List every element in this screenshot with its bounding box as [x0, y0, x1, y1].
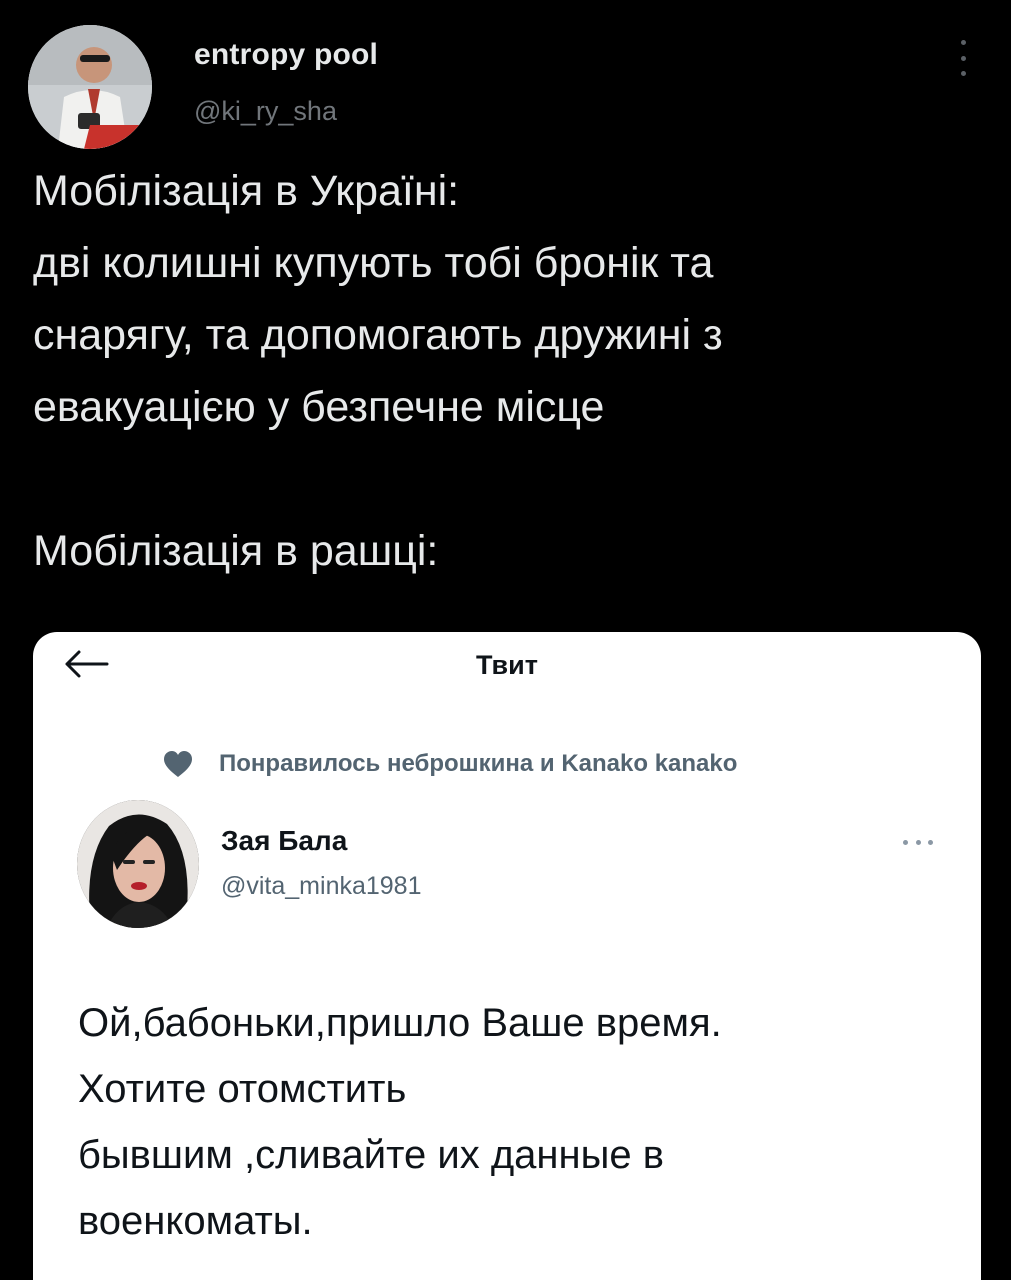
embedded-tweet-text: Ой,бабоньки,пришло Ваше время. Хотите от…	[78, 990, 958, 1254]
tweet-header: entropy pool @ki_ry_sha	[0, 0, 1011, 150]
tweet-text-line: снарягу, та допомогають дружині з	[33, 311, 723, 359]
embedded-text-line: Хотите отомстить	[78, 1067, 407, 1111]
more-vertical-icon[interactable]	[948, 36, 978, 80]
embedded-text-line: бывшим ,сливайте их данные в	[78, 1133, 664, 1177]
more-horizontal-icon	[903, 840, 933, 846]
author-handle[interactable]: @ki_ry_sha	[194, 96, 337, 127]
author-name[interactable]: entropy pool	[194, 38, 378, 72]
tweet-text-gap	[33, 443, 993, 515]
tweet-text: Мобілізація в Україні: дві колишні купую…	[33, 155, 993, 587]
heart-icon	[164, 751, 192, 777]
tweet-text-line: Мобілізація в Україні:	[33, 167, 460, 215]
embedded-text-line: военкоматы.	[78, 1199, 313, 1243]
embedded-author-name: Зая Бала	[221, 825, 348, 856]
author-avatar[interactable]	[28, 25, 152, 149]
tweet-text-line: дві колишні купують тобі бронік та	[33, 239, 714, 287]
embedded-page-title: Твит	[476, 650, 538, 680]
liked-by-row: Понравилось неброшкина и Kanako kanako	[163, 747, 737, 781]
embedded-author-avatar	[77, 800, 199, 928]
tweet-text-line: Мобілізація в рашці:	[33, 527, 439, 575]
tweet-text-line: евакуацією у безпечне місце	[33, 383, 605, 431]
embedded-author-handle: @vita_minka1981	[221, 872, 422, 900]
liked-by-text: Понравилось неброшкина и Kanako kanako	[219, 750, 738, 777]
embedded-text-line: Ой,бабоньки,пришло Ваше время.	[78, 1001, 722, 1045]
avatar-image	[77, 800, 199, 928]
embedded-screenshot[interactable]: Твит Понравилось неброшкина и Kanako kan…	[33, 632, 981, 1280]
avatar-image	[28, 25, 152, 149]
